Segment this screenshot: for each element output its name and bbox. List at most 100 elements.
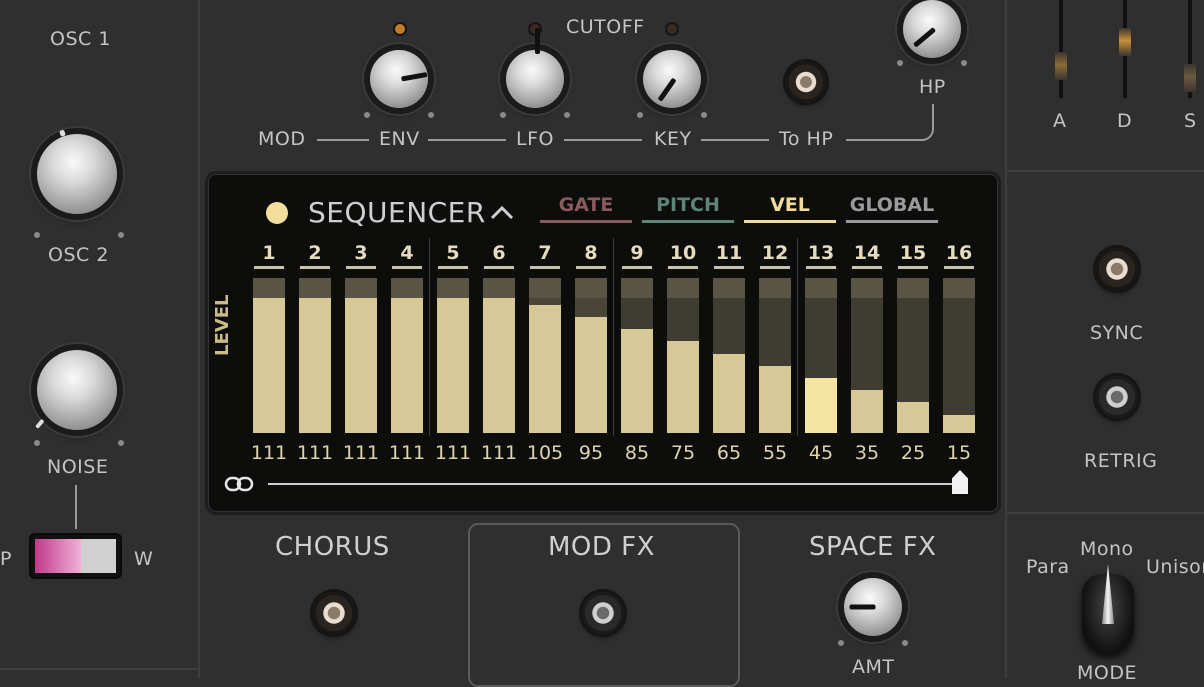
step-velocity-bar[interactable] — [713, 278, 745, 433]
noise-type-switch[interactable] — [31, 535, 120, 577]
sync-jack[interactable] — [1096, 248, 1138, 290]
connector-line — [75, 485, 77, 529]
knob-indicator — [849, 604, 876, 610]
divider — [1005, 0, 1007, 678]
chorus-jack[interactable] — [313, 592, 355, 634]
slider-handle[interactable] — [1184, 64, 1196, 92]
tab-gate[interactable]: GATE — [540, 194, 632, 216]
noise-knob[interactable] — [35, 350, 117, 430]
mode-selector-pointer — [1102, 564, 1114, 624]
step-velocity-bar[interactable] — [667, 278, 699, 433]
slider-handle[interactable] — [1119, 28, 1131, 56]
hp-knob[interactable] — [903, 0, 961, 58]
mod-fx-label: MOD FX — [548, 532, 655, 562]
knob-indicator — [35, 418, 45, 429]
bar-cap — [759, 278, 791, 298]
step-velocity-fill — [621, 329, 653, 433]
knob-indicator — [401, 72, 428, 82]
to-hp-jack[interactable] — [786, 62, 826, 102]
bar-cap — [667, 278, 699, 298]
step-velocity-fill — [253, 298, 285, 433]
step-velocity-bar[interactable] — [437, 278, 469, 433]
knob-dot — [428, 112, 434, 118]
step-velocity-bar[interactable] — [851, 278, 883, 433]
step-number: 5 — [446, 242, 460, 264]
step-number-underline — [300, 266, 330, 269]
key-led — [667, 24, 677, 34]
step-number: 13 — [807, 242, 835, 264]
tab-global[interactable]: GLOBAL — [846, 194, 938, 216]
step-velocity-fill — [851, 390, 883, 433]
step-value: 111 — [296, 442, 334, 464]
step-number-underline — [944, 266, 974, 269]
step-value: 105 — [526, 442, 564, 464]
step-velocity-bar[interactable] — [483, 278, 515, 433]
step-velocity-bar[interactable] — [897, 278, 929, 433]
switch-white-segment — [81, 539, 116, 573]
env-amount-knob[interactable] — [370, 50, 428, 108]
divider — [0, 668, 198, 670]
knob-dot — [961, 60, 967, 66]
step-velocity-fill — [575, 317, 607, 433]
knob-dot — [701, 112, 707, 118]
step-velocity-fill — [805, 378, 837, 433]
step-velocity-fill — [897, 402, 929, 433]
step-velocity-fill — [391, 298, 423, 433]
step-number: 12 — [761, 242, 789, 264]
step-velocity-bar[interactable] — [943, 278, 975, 433]
attack-label: A — [1053, 110, 1067, 132]
mode-selector-knob[interactable] — [1082, 564, 1134, 654]
step-number-underline — [576, 266, 606, 269]
space-fx-amount-knob[interactable] — [844, 578, 902, 636]
mod-label: MOD — [258, 128, 306, 150]
step-number-underline — [852, 266, 882, 269]
bar-cap — [897, 278, 929, 298]
step-number: 14 — [853, 242, 881, 264]
bar-cap — [483, 278, 515, 298]
step-velocity-fill — [529, 305, 561, 433]
step-velocity-bar[interactable] — [575, 278, 607, 433]
tab-vel[interactable]: VEL — [744, 194, 836, 216]
step-velocity-bar[interactable] — [345, 278, 377, 433]
tab-pitch[interactable]: PITCH — [642, 194, 734, 216]
level-axis-label: LEVEL — [212, 294, 233, 356]
step-velocity-bar[interactable] — [805, 278, 837, 433]
connector-curve — [906, 104, 934, 141]
divider — [1005, 170, 1204, 172]
tab-global-underline — [846, 220, 938, 223]
step-velocity-bar[interactable] — [759, 278, 791, 433]
osc2-knob[interactable] — [37, 129, 117, 214]
retrig-jack[interactable] — [1096, 376, 1138, 418]
connector-line — [317, 139, 369, 141]
step-value: 111 — [480, 442, 518, 464]
lfo-amount-knob[interactable] — [506, 27, 564, 108]
step-velocity-bar[interactable] — [529, 278, 561, 433]
osc2-label: OSC 2 — [48, 244, 109, 266]
step-velocity-bar[interactable] — [391, 278, 423, 433]
key-amount-knob[interactable] — [643, 50, 701, 108]
sustain-slider[interactable] — [1184, 0, 1196, 98]
link-icon[interactable] — [224, 474, 254, 494]
step-length-track[interactable] — [268, 483, 960, 485]
sequencer-collapse-chevron[interactable] — [488, 200, 516, 224]
slider-handle[interactable] — [1055, 52, 1067, 80]
chorus-label: CHORUS — [275, 532, 390, 562]
step-number-underline — [668, 266, 698, 269]
step-number-underline — [898, 266, 928, 269]
attack-slider[interactable] — [1055, 0, 1067, 98]
step-velocity-fill — [483, 298, 515, 433]
bar-cap — [299, 278, 331, 298]
step-velocity-bar[interactable] — [299, 278, 331, 433]
knob-dot — [364, 112, 370, 118]
step-velocity-bar[interactable] — [621, 278, 653, 433]
bar-cap — [805, 278, 837, 298]
divider — [1005, 512, 1204, 514]
bar-cap — [437, 278, 469, 298]
decay-slider[interactable] — [1119, 0, 1131, 98]
step-value: 85 — [624, 442, 650, 464]
step-velocity-fill — [713, 354, 745, 433]
mod-fx-jack[interactable] — [582, 592, 624, 634]
step-length-handle[interactable] — [952, 470, 968, 494]
step-velocity-bar[interactable] — [253, 278, 285, 433]
knob-dot — [118, 232, 124, 238]
